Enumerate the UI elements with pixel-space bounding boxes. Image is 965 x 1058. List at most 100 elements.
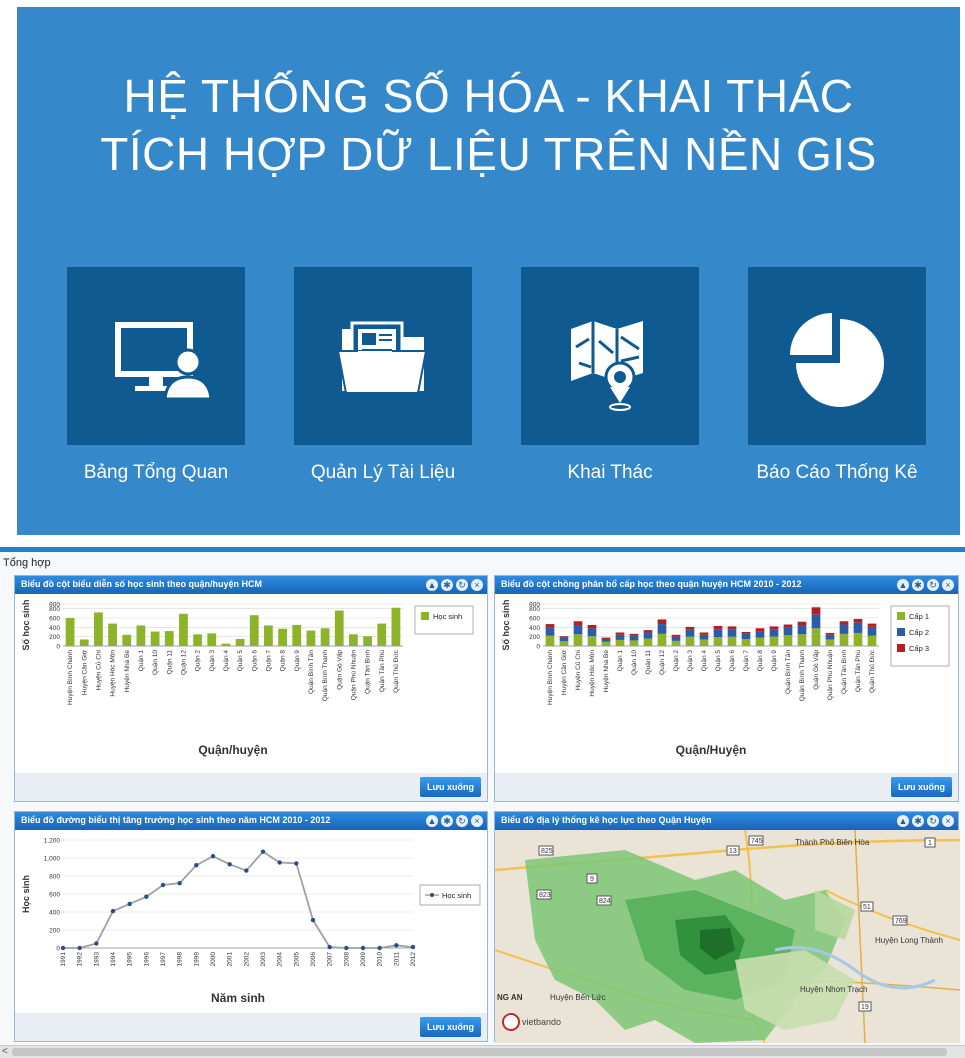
close-icon[interactable]: × [471,579,483,591]
x-tick-label: 2008 [343,952,350,967]
x-tick-label: 2011 [393,952,400,966]
scrollbar-thumb[interactable] [12,1048,947,1056]
x-tick-label: Quận Tân Bình [841,650,848,694]
map-pin-icon [571,321,643,411]
tile-overview[interactable] [67,267,245,445]
bar [769,626,779,630]
tile-exploit-label[interactable]: Khai Thác [495,462,725,484]
panel-title: Biểu đồ đường biểu thị tăng trưởng học s… [21,815,331,825]
tile-reports[interactable] [748,267,926,445]
bar [587,625,597,629]
bar [601,639,611,642]
bar [741,632,751,634]
bar [769,636,779,646]
bar [545,635,555,646]
panel-header: Biểu đồ cột chồng phân bổ cấp học theo q… [495,576,958,594]
bar [825,634,835,640]
map-brand: vietbando [522,1017,561,1027]
x-tick-label: 1997 [160,952,167,967]
close-icon[interactable]: × [471,815,483,827]
x-tick-label: 1998 [177,952,184,967]
legend-swatch [897,644,905,652]
x-tick-label: Quận 8 [280,650,287,672]
data-point [294,861,299,866]
x-tick-label: Huyện Cần Giờ [79,649,88,695]
bar [601,641,611,646]
bar [713,625,723,630]
gear-icon[interactable]: ✱ [912,815,924,827]
bar [164,631,174,646]
bar [839,621,849,625]
bar [671,634,681,637]
refresh-icon[interactable]: ↻ [456,815,468,827]
line-chart-growth: 1.2001.00080060040020001991 1992 1993 1994 1… [21,838,481,1005]
panel-footer: Lưu xuống [15,773,487,801]
data-point [144,894,149,899]
gear-icon[interactable]: ✱ [912,579,924,591]
panel-stacked-chart: Biểu đồ cột chồng phân bổ cấp học theo q… [494,575,959,802]
refresh-icon[interactable]: ↻ [927,815,939,827]
collapse-icon[interactable]: ▲ [897,579,909,591]
x-axis-label: Quận/huyện [198,743,267,757]
bar [811,607,821,615]
scroll-left-icon[interactable]: < [2,1046,8,1057]
gear-icon[interactable]: ✱ [441,579,453,591]
bar [741,633,751,639]
district-map[interactable]: 825 9 824 823 13 1 51 769 19 745 Thành P… [495,830,960,1043]
data-point [277,860,282,865]
x-tick-label: 2005 [293,952,300,967]
bar [853,618,863,623]
map-place-label: NG AN [497,993,523,1002]
road-badge: 51 [863,904,871,911]
bar [377,623,387,646]
x-tick-label: Quận 7 [265,650,272,672]
y-tick-label: 400 [529,625,540,632]
refresh-icon[interactable]: ↻ [456,579,468,591]
x-tick-label: Quận 5 [715,650,722,672]
bar [601,637,611,639]
x-tick-label: Quận 3 [687,650,694,672]
legend-label: Cấp 1 [909,612,929,621]
bar [797,625,807,635]
horizontal-scrollbar[interactable]: < [0,1045,965,1058]
bar [207,633,217,646]
legend-label: Học sinh [442,891,471,900]
data-point [260,849,266,854]
x-tick-label: Quận Bình Tân [785,650,792,694]
tile-overview-label[interactable]: Bảng Tổng Quan [41,462,271,484]
tile-reports-label[interactable]: Báo Cáo Thống Kê [722,462,952,484]
save-button[interactable]: Lưu xuống [419,777,481,797]
x-tick-label: Quận 6 [251,650,258,672]
data-point [60,945,66,951]
data-point [210,854,216,859]
bar [657,624,667,634]
collapse-icon[interactable]: ▲ [426,815,438,827]
data-point [344,945,349,951]
x-tick-label: Quận 9 [771,650,778,672]
x-tick-label: 1999 [193,952,200,967]
bar [755,631,765,638]
y-tick-label: 1.200 [44,838,61,845]
save-button[interactable]: Lưu xuống [419,1017,481,1037]
close-icon[interactable]: × [942,815,954,827]
bar [559,636,569,638]
close-icon[interactable]: × [942,579,954,591]
tile-documents-label[interactable]: Quản Lý Tài Liệu [268,462,498,484]
x-tick-label: Quận Gò Vấp [334,650,343,690]
panel-header: Biểu đồ địa lý thống kê học lực theo Quậ… [495,812,958,830]
road-badge: 9 [590,876,594,883]
bar [853,622,863,633]
collapse-icon[interactable]: ▲ [897,815,909,827]
road-badge: 823 [539,892,551,899]
bar [545,624,555,628]
x-axis-label: Năm sinh [211,991,265,1005]
tile-documents[interactable] [294,267,472,445]
collapse-icon[interactable]: ▲ [426,579,438,591]
x-tick-label: 2010 [377,952,384,967]
tile-exploit[interactable] [521,267,699,445]
road-badge: 745 [751,838,763,845]
gear-icon[interactable]: ✱ [441,815,453,827]
save-button[interactable]: Lưu xuống [890,777,952,797]
x-tick-label: Quận Gò Vấp [811,650,820,690]
refresh-icon[interactable]: ↻ [927,579,939,591]
